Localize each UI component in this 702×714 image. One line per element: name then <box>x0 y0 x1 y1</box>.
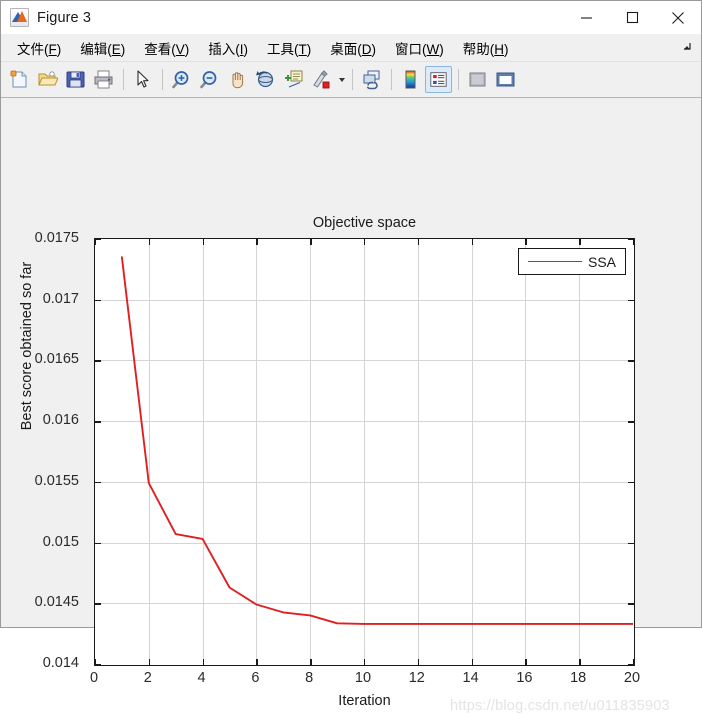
x-axis-tick-label: 2 <box>143 670 152 686</box>
figure-canvas: Objective space Best score obtained so f… <box>1 98 701 714</box>
menu-item-desktop[interactable]: 桌面(D) <box>323 36 383 60</box>
x-axis-tick-label: 18 <box>570 670 587 686</box>
minimize-icon[interactable] <box>563 1 609 34</box>
rotate-3d-icon[interactable] <box>252 66 279 93</box>
link-plot-icon[interactable] <box>358 66 385 93</box>
menu-item-file[interactable]: 文件(F) <box>10 36 68 60</box>
menu-label-insert: 插入( <box>208 41 240 57</box>
close-icon[interactable] <box>655 1 701 34</box>
toolbar-separator-4 <box>391 69 392 90</box>
menu-mnemonic-help: H <box>494 41 505 57</box>
menu-item-window[interactable]: 窗口(W) <box>388 36 451 60</box>
y-axis-tick-label: 0.0155 <box>34 472 79 489</box>
y-axis-tick-label: 0.016 <box>42 412 79 429</box>
menu-mnemonic-view: V <box>175 41 185 57</box>
y-axis-tick-label: 0.0175 <box>34 230 79 246</box>
save-figure-icon[interactable] <box>62 66 89 93</box>
open-file-icon[interactable] <box>34 66 61 93</box>
x-axis-tick-label: 16 <box>516 670 533 686</box>
y-axis-tick-label: 0.0145 <box>34 594 79 611</box>
maximize-icon[interactable] <box>609 1 655 34</box>
y-axis-tick-label: 0.014 <box>42 655 79 671</box>
pan-icon[interactable] <box>224 66 251 93</box>
toolbar-separator-1 <box>123 69 124 90</box>
menu-mnemonic-file: F <box>48 41 57 57</box>
zoom-in-icon[interactable] <box>168 66 195 93</box>
figure-toolbar <box>1 62 701 98</box>
toolbar-separator-3 <box>352 69 353 90</box>
x-axis-tick <box>633 659 635 665</box>
menu-label-tools: 工具( <box>267 41 299 57</box>
x-axis-tick-top <box>633 239 635 245</box>
menu-mnemonic-window: W <box>426 41 440 57</box>
x-axis-tick-label: 12 <box>408 670 425 686</box>
chart-title: Objective space <box>312 215 417 231</box>
menu-item-help[interactable]: 帮助(H) <box>456 36 516 60</box>
menu-tail-help: ) <box>504 41 509 57</box>
menu-tail-window: ) <box>439 41 444 57</box>
toolbar-separator-2 <box>162 69 163 90</box>
zoom-out-icon[interactable] <box>196 66 223 93</box>
insert-data-cursor-icon[interactable] <box>280 66 307 93</box>
print-figure-icon[interactable] <box>90 66 117 93</box>
menu-tail-tools: ) <box>306 41 312 57</box>
x-axis-tick-label: 8 <box>305 670 314 686</box>
menu-label-edit: 编辑( <box>80 41 112 57</box>
show-plot-tools-icon[interactable] <box>492 66 519 93</box>
y-axis-tick-label: 0.0165 <box>34 351 79 368</box>
menu-label-file: 文件( <box>17 41 49 57</box>
menu-item-tools[interactable]: 工具(T) <box>260 36 318 60</box>
title-bar: Figure 3 <box>1 1 701 34</box>
menu-label-help: 帮助( <box>462 41 495 57</box>
menu-mnemonic-edit: E <box>111 41 121 57</box>
x-axis-tick-label: 0 <box>89 670 99 686</box>
chart-legend[interactable]: SSA <box>517 248 626 275</box>
x-axis-tick-label: 6 <box>251 670 260 686</box>
menu-tail-file: ) <box>56 41 62 57</box>
new-figure-icon[interactable] <box>6 66 33 93</box>
menu-item-view[interactable]: 查看(V) <box>137 36 196 60</box>
menu-tail-insert: ) <box>243 41 249 57</box>
legend-label-ssa: SSA <box>587 253 616 270</box>
figure-window: Figure 3 文件(F) 编辑(E) 查看(V) 插入(I) 工具(T) 桌… <box>0 0 702 714</box>
window-controls <box>563 1 701 34</box>
plot-area[interactable]: SSA <box>94 238 635 666</box>
window-title: Figure 3 <box>37 9 91 26</box>
menu-mnemonic-tools: T <box>298 41 307 57</box>
menu-tail-desktop: ) <box>371 41 377 57</box>
watermark-text: https://blog.csdn.net/u011835903 <box>450 698 670 714</box>
menu-item-edit[interactable]: 编辑(E) <box>73 36 132 60</box>
pointer-select-icon[interactable] <box>129 66 156 93</box>
legend-swatch-ssa <box>527 261 582 262</box>
menu-mnemonic-desktop: D <box>361 41 372 57</box>
brush-data-icon[interactable] <box>308 66 335 93</box>
menu-label-view: 查看( <box>144 41 176 57</box>
y-axis-tick-label: 0.015 <box>42 533 79 550</box>
x-axis-tick-label: 10 <box>354 670 372 686</box>
brush-data-dropdown-caret-icon[interactable] <box>336 66 347 93</box>
y-axis-tick-labels: 0.014 0.0145 0.015 0.0155 0.016 0.0165 0.017 0.… <box>1 230 87 671</box>
matlab-figure-icon <box>10 8 29 27</box>
menu-label-desktop: 桌面( <box>330 41 362 57</box>
undock-arrow-icon[interactable] <box>678 40 692 54</box>
x-axis-tick-label: 20 <box>623 670 641 686</box>
menu-tail-edit: ) <box>120 41 126 57</box>
hide-plot-tools-icon[interactable] <box>464 66 491 93</box>
series-ssa-line <box>120 256 633 625</box>
menu-tail-view: ) <box>184 41 190 57</box>
insert-legend-icon[interactable] <box>425 66 452 93</box>
insert-colorbar-icon[interactable] <box>397 66 424 93</box>
menu-item-insert[interactable]: 插入(I) <box>201 36 255 60</box>
x-axis-tick-label: 4 <box>197 670 206 686</box>
menu-bar: 文件(F) 编辑(E) 查看(V) 插入(I) 工具(T) 桌面(D) 窗口(W… <box>1 34 701 62</box>
toolbar-separator-5 <box>458 69 459 90</box>
y-axis-tick-label: 0.017 <box>42 290 79 307</box>
x-axis-tick-label: 14 <box>462 670 479 686</box>
menu-label-window: 窗口( <box>395 41 427 57</box>
